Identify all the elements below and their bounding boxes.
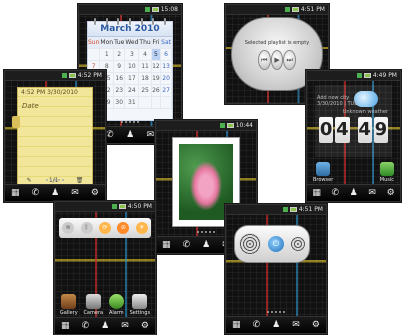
status-time: 15:08 [160,6,178,13]
notes-phone: 4:52 PM 4:52 PM 3/30/2010 Date ✎ 1/1 🗑 ▦… [4,70,106,202]
phone-icon[interactable]: ✆ [183,239,191,251]
settings-app-icon [132,294,148,309]
contacts-icon[interactable]: ♟ [350,187,358,199]
weather-status: Unknown weather [342,109,388,115]
browser-shortcut[interactable]: Browser [313,162,333,183]
contacts-icon[interactable]: ♟ [101,320,109,332]
grid-icon[interactable]: ▦ [312,187,321,199]
status-bar: 4:51 PM [226,205,326,215]
dock: ▦ ✆ ♟ ✉ ⚙ [55,317,155,334]
play-icon[interactable]: ▶ [270,50,284,70]
calendar-today: 5 [151,49,162,61]
status-bar: 15:08 [79,5,181,15]
gallery-shortcut[interactable]: Gallery [60,294,78,316]
speaker-widget[interactable]: ⏻ [234,225,310,263]
contacts-icon[interactable]: ♟ [202,239,210,251]
playlist-message: Selected playlist is empty [244,40,310,46]
power-icon[interactable]: ⏻ [267,236,284,252]
message-icon[interactable]: ✉ [292,319,300,331]
gps-toggle-icon[interactable]: ⊘ [117,222,130,234]
phone-icon[interactable]: ✆ [82,320,90,332]
settings-shortcut[interactable]: Settings [130,294,150,316]
message-icon[interactable]: ✉ [71,187,79,199]
settings-icon[interactable]: ⚙ [91,187,99,199]
grid-icon[interactable]: ▦ [232,319,241,331]
settings-icon[interactable]: ⚙ [387,187,395,199]
phone-icon[interactable]: ✆ [32,187,40,199]
phone-icon[interactable]: ✆ [331,187,339,199]
grid-icon[interactable]: ▦ [162,239,171,251]
bluetooth-toggle-icon[interactable]: ᛒ [80,222,93,234]
note-datetime: 4:52 PM 3/30/2010 [21,89,78,96]
status-bar: 4:50 PM [55,202,155,212]
contacts-icon[interactable]: ♟ [272,319,280,331]
message-icon[interactable]: ✉ [147,129,155,141]
brightness-toggle-icon[interactable]: ☀ [135,222,148,234]
grid-icon[interactable]: ▦ [61,320,70,332]
camera-icon [85,294,101,309]
message-icon[interactable]: ✉ [368,187,376,199]
previous-icon[interactable]: ⏮ [258,50,271,70]
sync-toggle-icon[interactable]: ⟳ [98,222,111,234]
settings-icon[interactable]: ⚙ [312,319,320,331]
contacts-icon[interactable]: ♟ [51,187,59,199]
clock-weather-widget[interactable]: Add new city 3/30/2010 | TUE Unknown weat… [315,85,392,157]
dock: ▦ ✆ ♟ ✉ ⚙ [307,184,400,201]
settings-phone: 4:50 PM ≋ ᛒ ⟳ ⊘ ☀ Gallery Camera Alarm S… [54,201,156,335]
dock: ▦ ✆ ♟ ✉ ⚙ [5,184,105,201]
status-bar: 4:52 PM [5,71,105,81]
clock-digits: 0 4 4 9 [319,117,388,143]
wifi-toggle-icon[interactable]: ≋ [62,222,75,234]
speaker-grill-icon [238,233,261,255]
note-label: Date [22,102,39,110]
settings-icon[interactable]: ⚙ [141,320,149,332]
phone-icon[interactable]: ✆ [106,129,114,141]
weather-cloud-icon [354,91,378,107]
music-icon [379,162,394,176]
grid-icon[interactable]: ▦ [11,187,20,199]
camera-shortcut[interactable]: Camera [83,294,103,316]
music-shortcut[interactable]: Music [380,162,394,183]
date-line: 3/30/2010 | TUE [317,101,358,107]
dock: ▦ ✆ ♟ ✉ ⚙ [226,316,326,333]
status-bar: 4:49 PM [307,71,400,81]
contacts-icon[interactable]: ♟ [126,129,134,141]
speaker-phone: 4:51 PM ⏻ ▦ ✆ ♟ ✉ ⚙ [225,204,327,334]
clock-phone: 4:49 PM Add new city 3/30/2010 | TUE Unkn… [306,70,401,202]
status-bar: 4:51 PM [226,5,328,15]
alarm-shortcut[interactable]: Alarm [108,294,124,316]
notes-widget[interactable]: 4:52 PM 3/30/2010 Date ✎ 1/1 🗑 [12,87,93,187]
alarm-icon [108,294,124,309]
status-bar: 10:44 [156,121,256,131]
message-icon[interactable]: ✉ [121,320,129,332]
gallery-icon [61,294,77,309]
speaker-grill-small-icon [291,237,306,251]
browser-icon [316,162,331,176]
power-control-widget: ≋ ᛒ ⟳ ⊘ ☀ [59,218,151,238]
next-icon[interactable]: ⏭ [283,50,297,70]
phone-icon[interactable]: ✆ [253,319,261,331]
